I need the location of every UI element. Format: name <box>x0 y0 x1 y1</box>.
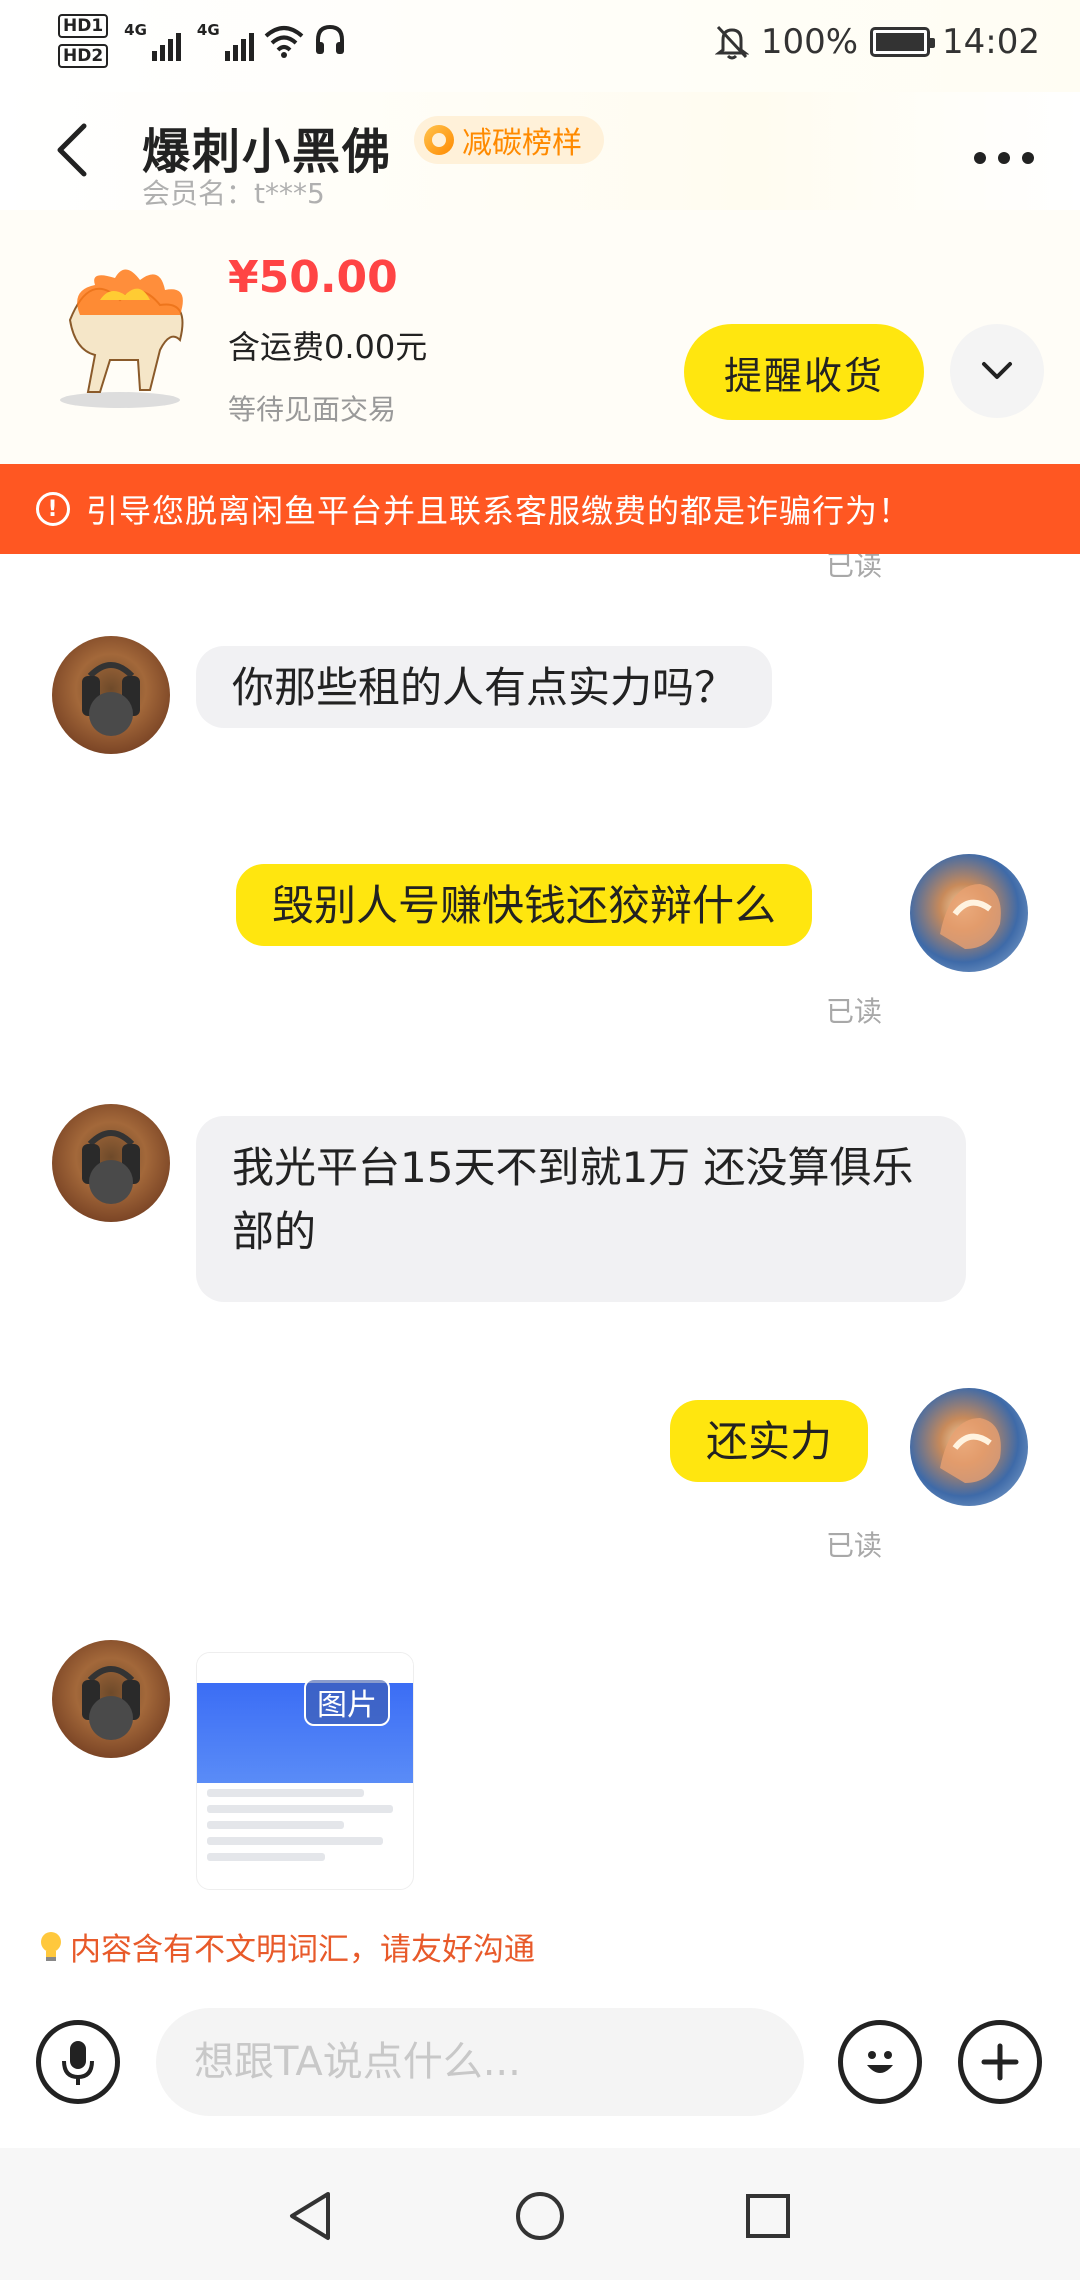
lightbulb-icon <box>41 1931 61 1961</box>
nav-recents-icon[interactable] <box>744 2192 792 2240</box>
seller-avatar[interactable] <box>52 1104 170 1222</box>
status-left: HD1 HD2 4G 4G <box>58 14 346 68</box>
system-nav-bar <box>0 2148 1080 2280</box>
thumb-content <box>197 1783 413 1875</box>
smiley-icon <box>867 2051 893 2073</box>
mute-icon <box>714 25 749 60</box>
warning-text: 引导您脱离闲鱼平台并且联系客服缴费的都是诈骗行为！ <box>86 492 912 530</box>
signal-icon: 4G <box>124 21 181 61</box>
remind-receipt-button[interactable]: 提醒收货 <box>684 324 924 420</box>
seller-avatar[interactable] <box>52 1640 170 1758</box>
image-tag: 图片 <box>304 1678 390 1726</box>
status-bar: HD1 HD2 4G 4G 100% 14:02 <box>0 0 1080 92</box>
expand-button[interactable] <box>950 324 1044 418</box>
network-type-label: 4G <box>124 21 147 39</box>
product-card[interactable]: ¥50.00 含运费0.00元 等待见面交易 提醒收货 <box>0 210 1080 464</box>
hd1-label: HD1 <box>58 14 109 38</box>
signal-icon-2: 4G <box>197 21 254 61</box>
product-price: ¥50.00 <box>228 252 398 303</box>
more-options-icon[interactable] <box>974 152 1034 164</box>
message-bubble[interactable]: 毁别人号赚快钱还狡辩什么 <box>236 864 813 946</box>
my-avatar[interactable] <box>910 1388 1028 1506</box>
nav-home-icon[interactable] <box>514 2190 566 2242</box>
wifi-icon <box>264 26 303 58</box>
trade-status: 等待见面交易 <box>228 393 397 426</box>
status-right: 100% 14:02 <box>714 22 1040 62</box>
headset-icon <box>315 24 344 54</box>
network-type-label-2: 4G <box>196 21 220 39</box>
back-arrow-icon[interactable] <box>48 120 98 180</box>
input-bar <box>0 1988 1080 2148</box>
message-input[interactable] <box>156 2008 804 2116</box>
product-image[interactable] <box>40 260 200 420</box>
hint-text: 内容含有不文明词汇，请友好沟通 <box>70 1932 535 1968</box>
message-bubble[interactable]: 我光平台15天不到就1万 还没算俱乐部的 <box>196 1116 966 1302</box>
read-status: 已读 <box>826 995 883 1028</box>
chat-header: 爆刺小黑佛 减碳榜样 会员名：t***5 <box>0 92 1080 210</box>
seller-avatar[interactable] <box>52 636 170 754</box>
voice-button[interactable] <box>36 2020 120 2104</box>
chat-area[interactable]: 已读 你那些租的人有点实力吗？ 毁别人号赚快钱还狡辩什么 已读 我光平台15天不… <box>0 554 1080 1890</box>
microphone-icon <box>62 2041 94 2085</box>
badge-label: 减碳榜样 <box>462 126 582 161</box>
shipping-fee: 含运费0.00元 <box>228 328 428 366</box>
hd-icon: HD1 HD2 <box>58 14 109 68</box>
emoji-button[interactable] <box>838 2020 922 2104</box>
message-bubble[interactable]: 你那些租的人有点实力吗？ <box>196 646 773 728</box>
member-name: 会员名：t***5 <box>142 177 325 210</box>
battery-icon <box>870 27 936 57</box>
hd2-label: HD2 <box>58 44 109 68</box>
battery-percent: 100% <box>760 22 859 62</box>
read-status: 已读 <box>826 1529 883 1562</box>
leaf-icon <box>424 125 454 155</box>
nav-back-icon[interactable] <box>286 2190 336 2242</box>
fraud-warning-banner: ! 引导您脱离闲鱼平台并且联系客服缴费的都是诈骗行为！ <box>0 464 1080 554</box>
add-button[interactable] <box>958 2020 1042 2104</box>
warning-icon: ! <box>36 492 70 526</box>
carbon-badge[interactable]: 减碳榜样 <box>414 116 604 164</box>
my-avatar[interactable] <box>910 854 1028 972</box>
read-status-clipped: 已读 <box>826 554 883 582</box>
civility-hint: 内容含有不文明词汇，请友好沟通 <box>38 1924 535 1969</box>
plus-icon <box>981 2043 1019 2081</box>
message-bubble[interactable]: 还实力 <box>670 1400 869 1482</box>
clock: 14:02 <box>942 22 1040 62</box>
chevron-down-icon <box>982 362 1012 379</box>
